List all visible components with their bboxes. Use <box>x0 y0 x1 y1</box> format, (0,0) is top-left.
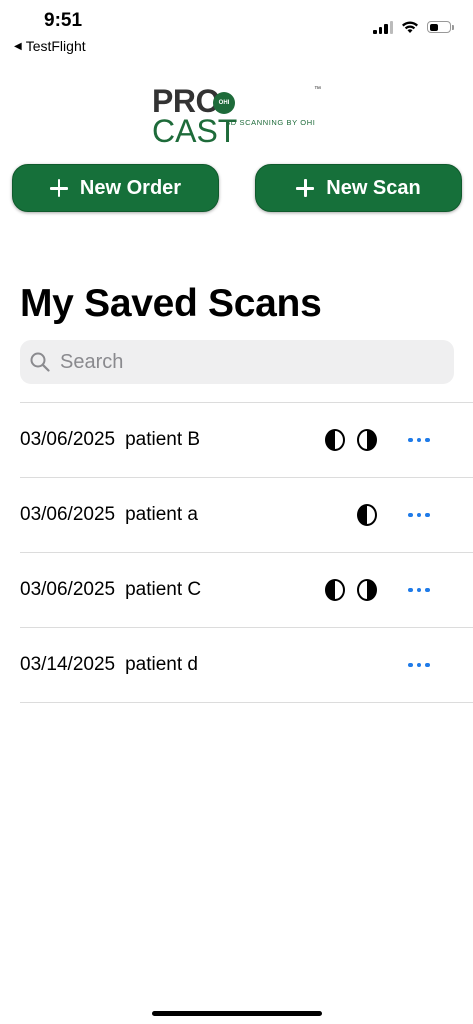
logo-ohi-badge: OHI <box>213 92 235 114</box>
scan-row[interactable]: 03/14/2025 patient d <box>20 628 473 703</box>
status-icons <box>373 20 454 34</box>
logo-trademark: ™ <box>314 86 321 93</box>
search-icon <box>30 352 50 372</box>
ellipsis-dot-icon <box>425 437 430 443</box>
page-title: My Saved Scans <box>20 282 322 325</box>
search-bar[interactable] <box>20 340 454 384</box>
back-arrow-icon: ◀ <box>14 40 22 52</box>
ellipsis-dot-icon <box>408 662 413 668</box>
ellipsis-dot-icon <box>416 512 422 518</box>
battery-icon <box>427 21 454 33</box>
plus-icon <box>296 179 315 197</box>
ellipsis-dot-icon <box>408 512 413 518</box>
arch-indicators <box>324 553 378 627</box>
logo-tagline: 3D SCANNING BY OHI <box>226 118 316 127</box>
upper-arch-icon <box>325 429 345 451</box>
wifi-icon <box>402 21 418 33</box>
home-indicator[interactable] <box>152 1011 322 1016</box>
lower-arch-icon <box>357 429 377 451</box>
ellipsis-dot-icon <box>425 587 430 593</box>
logo-wordmark: PROCAST <box>152 83 238 149</box>
saved-scans-list: 03/06/2025 patient B 03/06/2025 patient a 03… <box>20 402 473 703</box>
ellipsis-dot-icon <box>425 662 430 668</box>
scan-date: 03/06/2025 <box>20 579 116 600</box>
ellipsis-dot-icon <box>416 437 422 443</box>
scan-row[interactable]: 03/06/2025 patient a <box>20 478 473 553</box>
upper-arch-icon <box>357 504 377 526</box>
lower-arch-icon <box>357 579 377 601</box>
patient-name: patient C <box>125 579 202 600</box>
plus-icon <box>49 179 68 197</box>
back-app-label: TestFlight <box>25 38 86 54</box>
more-options-button[interactable] <box>402 553 436 627</box>
patient-name: patient B <box>125 429 201 450</box>
more-options-button[interactable] <box>402 628 436 702</box>
more-options-button[interactable] <box>402 478 436 552</box>
back-to-app-button[interactable]: ◀ TestFlight <box>14 38 86 54</box>
status-bar: 9:51 ◀ TestFlight <box>0 0 473 60</box>
patient-name: patient a <box>125 504 198 525</box>
scan-row[interactable]: 03/06/2025 patient B <box>20 403 473 478</box>
ellipsis-dot-icon <box>416 587 422 593</box>
upper-arch-icon <box>325 579 345 601</box>
ellipsis-dot-icon <box>408 437 413 443</box>
arch-indicators <box>324 403 378 477</box>
search-input[interactable] <box>58 349 442 375</box>
new-order-label: New Order <box>79 176 182 199</box>
patient-name: patient d <box>125 654 198 675</box>
ellipsis-dot-icon <box>416 662 422 668</box>
arch-indicators <box>356 478 378 552</box>
more-options-button[interactable] <box>402 403 436 477</box>
ellipsis-dot-icon <box>408 587 413 593</box>
scan-row[interactable]: 03/06/2025 patient C <box>20 553 473 628</box>
new-scan-label: New Scan <box>326 176 421 199</box>
procast-logo: PROCAST OHI ™ 3D SCANNING BY OHI <box>152 85 322 147</box>
scan-date: 03/06/2025 <box>20 504 116 525</box>
cellular-signal-icon <box>373 20 393 34</box>
ellipsis-dot-icon <box>425 512 430 518</box>
new-order-button[interactable]: New Order <box>12 164 219 212</box>
scan-date: 03/14/2025 <box>20 654 116 675</box>
status-time: 9:51 <box>44 10 83 31</box>
new-scan-button[interactable]: New Scan <box>255 164 462 212</box>
scan-date: 03/06/2025 <box>20 429 116 450</box>
